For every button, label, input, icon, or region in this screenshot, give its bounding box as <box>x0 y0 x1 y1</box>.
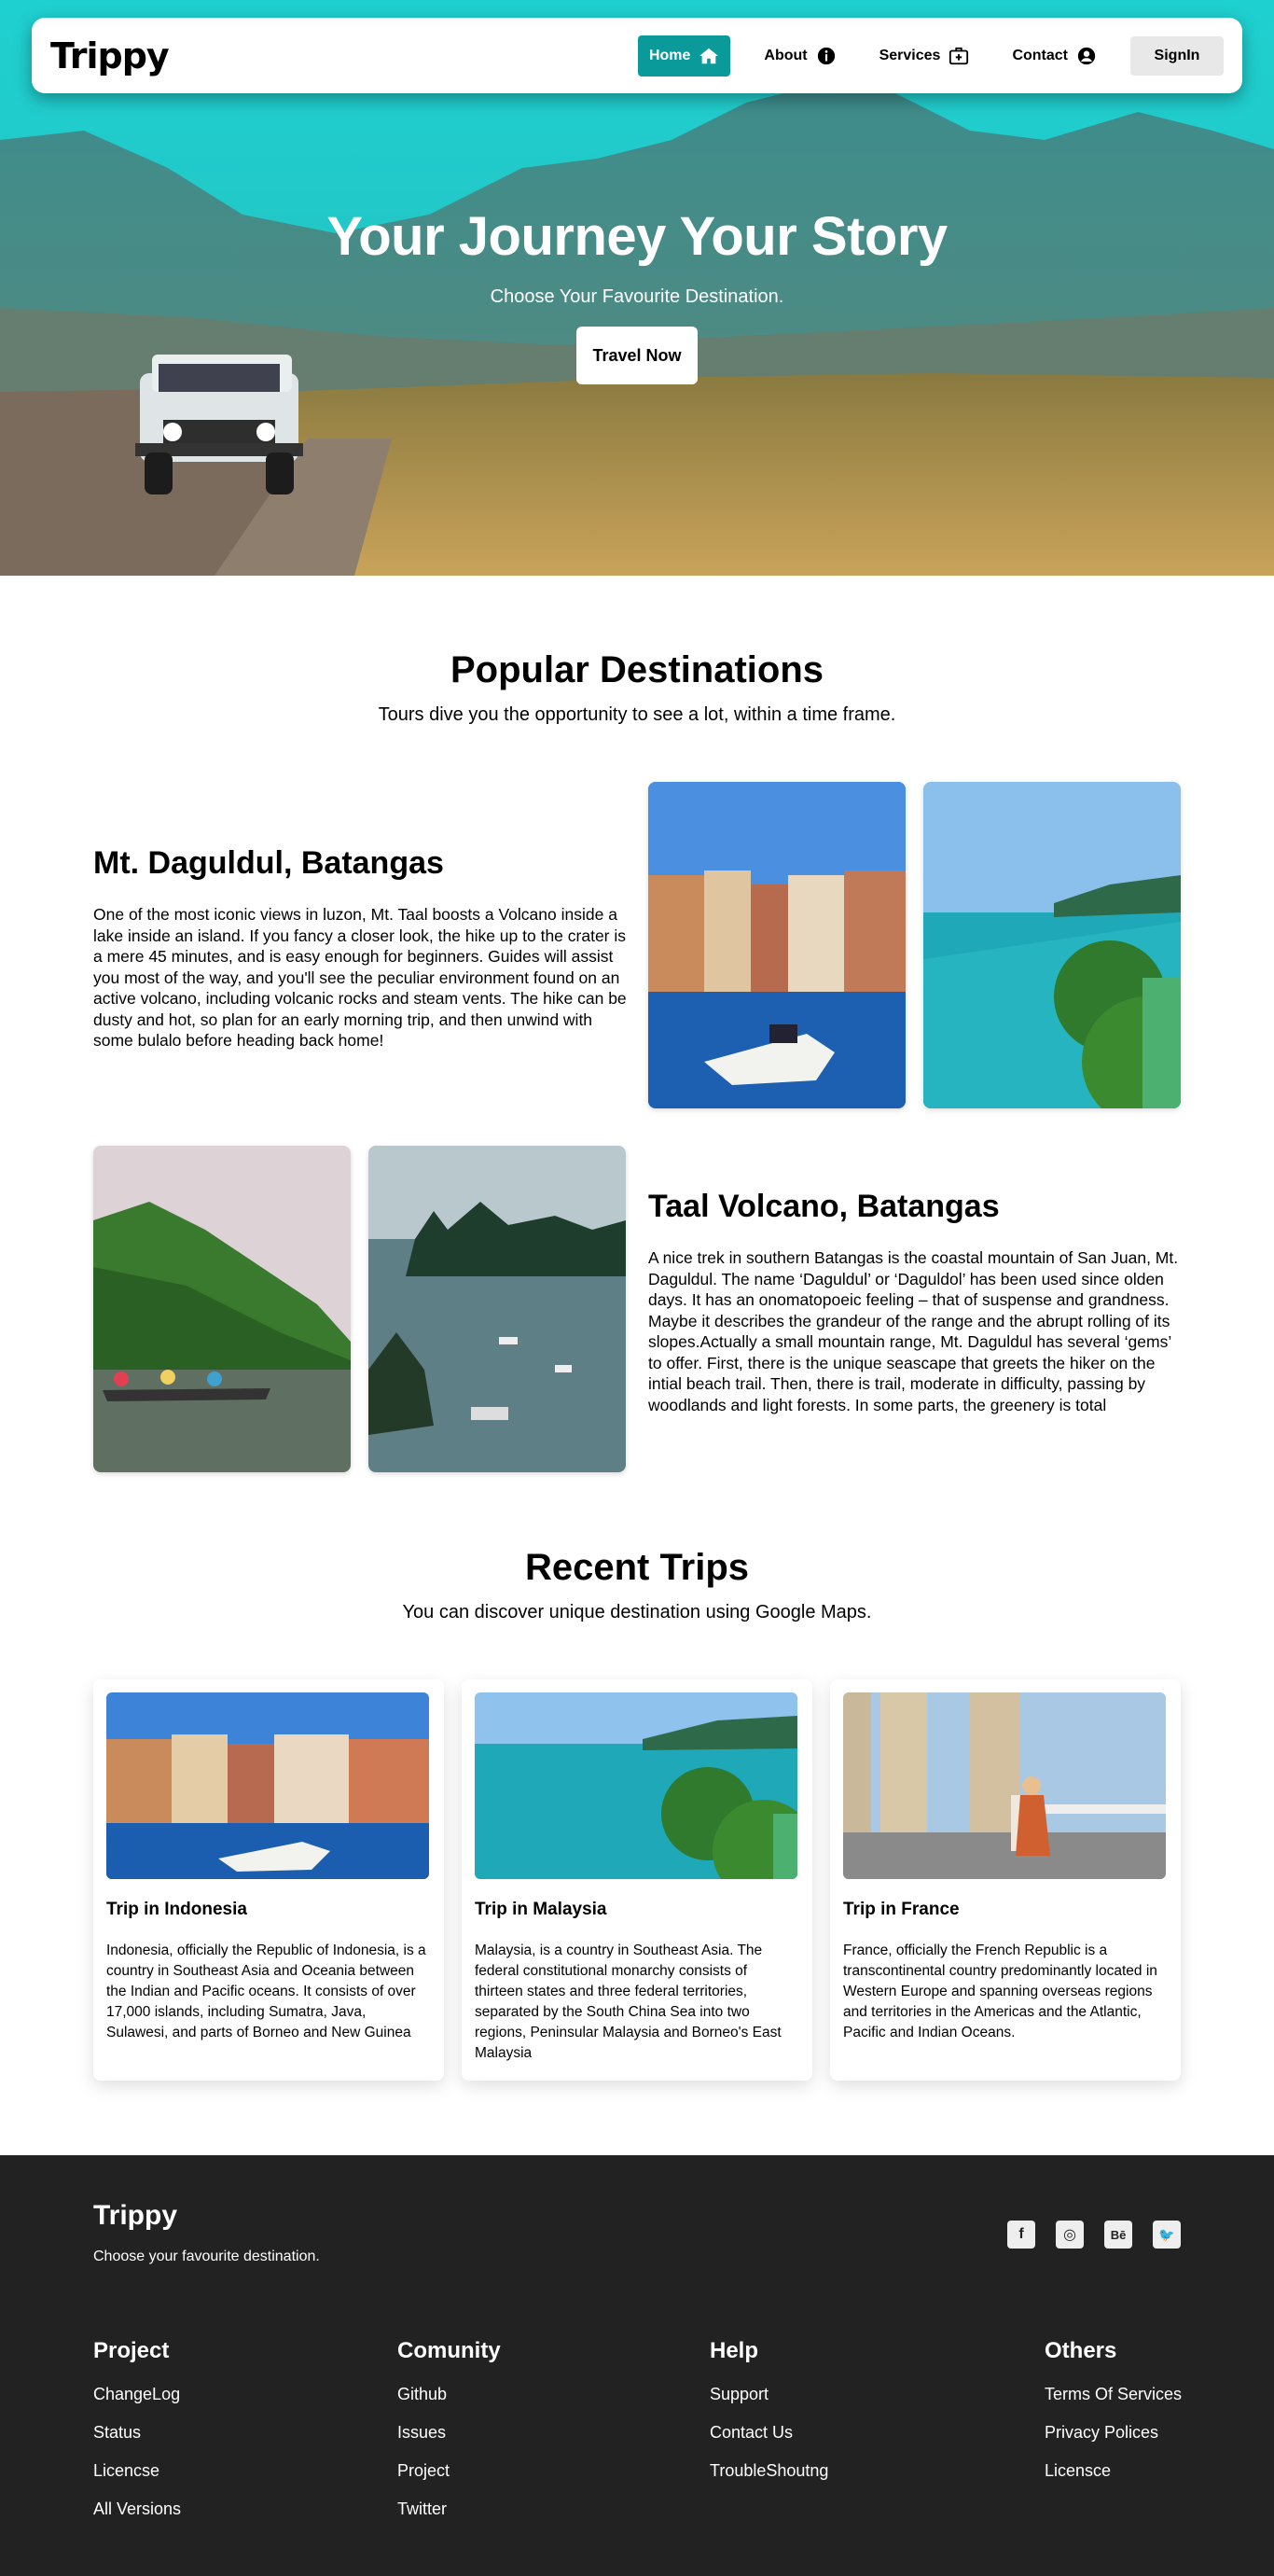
footer-column-title: Others <box>1045 2338 1117 2363</box>
footer-column-project: Project ChangeLog Status Licencse All Ve… <box>93 2338 181 2538</box>
footer-column-community: Comunity Github Issues Project Twitter <box>397 2338 501 2538</box>
twitter-glyph: 🐦 <box>1158 2226 1175 2242</box>
recent-title: Recent Trips <box>524 1547 750 1588</box>
footer-link[interactable]: TroubleShoutng <box>710 2461 828 2481</box>
footer-link[interactable]: ChangeLog <box>93 2385 181 2404</box>
trip-title-indonesia: Trip in Indonesia <box>106 1900 247 1919</box>
trip-title-france: Trip in France <box>843 1900 960 1919</box>
behance-icon[interactable]: Bē <box>1104 2221 1132 2249</box>
popular-title: Popular Destinations <box>450 649 824 690</box>
trip-card-malaysia[interactable]: Trip in Malaysia Malaysia, is a country … <box>462 1679 812 2081</box>
footer-column-title: Project <box>93 2338 170 2363</box>
trip-image-france <box>843 1692 1166 1879</box>
nav-services-label: Services <box>879 47 941 63</box>
logo[interactable]: Trippy <box>50 35 170 77</box>
destination-1-title: Mt. Daguldul, Batangas <box>93 845 444 881</box>
recent-header: Recent Trips You can discover unique des… <box>0 1547 1274 1623</box>
destination-1: Mt. Daguldul, Batangas One of the most i… <box>93 845 627 1051</box>
footer-column-others: Others Terms Of Services Privacy Polices… <box>1045 2338 1182 2499</box>
hero-subtitle: Choose Your Favourite Destination. <box>490 286 784 307</box>
popular-subtitle: Tours dive you the opportunity to see a … <box>378 704 896 725</box>
footer-link[interactable]: Project <box>397 2461 501 2481</box>
trip-image-indonesia <box>106 1692 429 1879</box>
halong-bay-photo <box>368 1146 626 1472</box>
nav-menu: Home About Services Contact SignIn <box>637 35 1224 77</box>
hero-content: Your Journey Your Story Choose Your Favo… <box>0 205 1274 384</box>
trip-title-malaysia: Trip in Malaysia <box>475 1900 607 1919</box>
lake-boat-photo <box>93 1146 351 1472</box>
footer-link[interactable]: Twitter <box>397 2499 501 2519</box>
nav-services-link[interactable]: Services <box>870 35 979 77</box>
footer-column-title: Comunity <box>397 2338 501 2363</box>
trip-card-france[interactable]: Trip in France France, officially the Fr… <box>830 1679 1181 2081</box>
nav-about-link[interactable]: About <box>755 35 845 77</box>
facebook-icon[interactable]: f <box>1007 2221 1035 2249</box>
destination-2-text: A nice trek in southern Batangas is the … <box>648 1248 1179 1414</box>
nav-home-label: Home <box>648 47 691 63</box>
info-icon <box>817 47 835 64</box>
destination-2: Taal Volcano, Batangas A nice trek in so… <box>648 1189 1184 1415</box>
destination-1-text: One of the most iconic views in luzon, M… <box>93 905 627 1050</box>
footer-link[interactable]: All Versions <box>93 2499 181 2519</box>
footer-link[interactable]: Terms Of Services <box>1045 2385 1182 2404</box>
facebook-glyph: f <box>1018 2226 1024 2242</box>
behance-glyph: Bē <box>1110 2227 1127 2242</box>
instagram-glyph: ◎ <box>1063 2227 1076 2243</box>
recent-subtitle: You can discover unique destination usin… <box>402 1602 872 1622</box>
footer-link[interactable]: Licencse <box>93 2461 181 2481</box>
trip-text-malaysia: Malaysia, is a country in Southeast Asia… <box>475 1942 782 2061</box>
popular-header: Popular Destinations Tours dive you the … <box>0 649 1274 726</box>
footer: Trippy Choose your favourite destination… <box>0 2155 1274 2576</box>
trip-card-indonesia[interactable]: Trip in Indonesia Indonesia, officially … <box>93 1679 444 2081</box>
nav-home-link[interactable]: Home <box>637 35 731 77</box>
footer-link[interactable]: Issues <box>397 2423 501 2443</box>
footer-link[interactable]: Privacy Polices <box>1045 2423 1182 2443</box>
trip-text-france: France, officially the French Republic i… <box>843 1942 1157 2040</box>
social-links: f ◎ Bē 🐦 <box>1007 2221 1181 2249</box>
footer-link[interactable]: Status <box>93 2423 181 2443</box>
hero-title: Your Journey Your Story <box>326 206 948 267</box>
instagram-icon[interactable]: ◎ <box>1056 2221 1084 2249</box>
nav-about-label: About <box>764 47 808 63</box>
twitter-icon[interactable]: 🐦 <box>1153 2221 1181 2249</box>
nav-contact-link[interactable]: Contact <box>1003 35 1106 77</box>
footer-tagline: Choose your favourite destination. <box>93 2249 320 2264</box>
coast-photo <box>923 782 1181 1108</box>
first-aid-icon <box>949 47 969 64</box>
signin-button[interactable]: SignIn <box>1130 35 1224 76</box>
user-circle-icon <box>1077 47 1096 64</box>
footer-link[interactable]: Contact Us <box>710 2423 828 2443</box>
footer-logo[interactable]: Trippy <box>93 2200 177 2232</box>
venice-photo <box>648 782 906 1108</box>
nav-contact-label: Contact <box>1012 47 1068 63</box>
trip-text-indonesia: Indonesia, officially the Republic of In… <box>106 1942 426 2040</box>
home-icon <box>699 48 719 63</box>
footer-column-help: Help Support Contact Us TroubleShoutng <box>710 2338 828 2499</box>
trip-image-malaysia <box>475 1692 797 1879</box>
navbar: Trippy Home About Services Contact SignI… <box>32 18 1242 93</box>
travel-now-button[interactable]: Travel Now <box>576 327 698 384</box>
footer-link[interactable]: Support <box>710 2385 828 2404</box>
destination-2-title: Taal Volcano, Batangas <box>648 1189 1000 1224</box>
footer-link[interactable]: Licensce <box>1045 2461 1182 2481</box>
footer-column-title: Help <box>710 2338 759 2363</box>
footer-link[interactable]: Github <box>397 2385 501 2404</box>
